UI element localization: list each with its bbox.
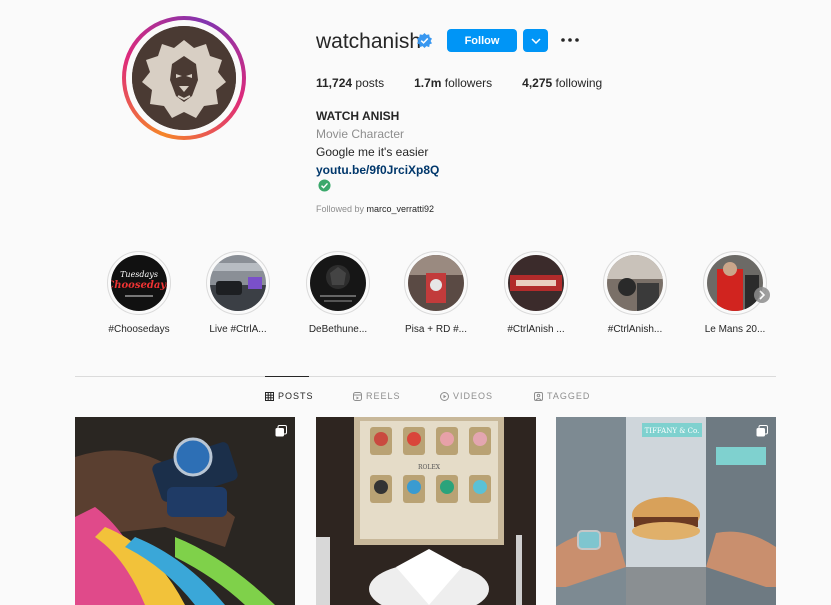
highlight-cover <box>408 255 464 311</box>
highlights-next-button[interactable] <box>754 287 770 303</box>
bio-text: Google me it's easier <box>316 145 429 159</box>
svg-text:ROLEX: ROLEX <box>418 464 441 471</box>
tab-videos-label: VIDEOS <box>453 391 494 401</box>
multiple-posts-icon <box>275 425 287 437</box>
posts-count-value: 11,724 <box>316 76 353 90</box>
check-circle-icon <box>318 179 331 192</box>
highlight-label: #CtrlAnish... <box>607 324 663 335</box>
verified-badge-icon <box>417 33 432 48</box>
follow-button[interactable]: Follow <box>447 29 517 52</box>
posts-count-label: posts <box>355 76 385 90</box>
highlight-cover: Tuesdays Choosedays <box>111 255 167 311</box>
bio-category: Movie Character <box>316 127 405 141</box>
tag-icon <box>534 391 543 401</box>
story-highlight[interactable]: #CtrlAnish ... <box>496 251 576 335</box>
svg-text:Tuesdays: Tuesdays <box>120 270 158 279</box>
following-count[interactable]: 4,275 following <box>522 76 602 90</box>
story-highlight[interactable]: Tuesdays Choosedays #Choosedays <box>99 251 179 335</box>
more-dots-icon <box>561 38 579 42</box>
tabs-divider <box>75 376 776 377</box>
followed-by: Followed by marco_verratti92 <box>316 204 434 214</box>
tab-videos[interactable]: VIDEOS <box>440 391 493 401</box>
tab-tagged-label: TAGGED <box>547 391 591 401</box>
profile-username: watchanish <box>316 30 422 53</box>
tab-tagged[interactable]: TAGGED <box>534 391 590 401</box>
posts-count: 11,724 posts <box>316 76 384 90</box>
highlight-label: DeBethune... <box>308 324 368 335</box>
following-count-value: 4,275 <box>522 76 553 90</box>
highlight-label: Pisa + RD #... <box>405 324 467 335</box>
highlight-ring: Tuesdays Choosedays <box>107 251 171 315</box>
story-highlight[interactable]: #CtrlAnish... <box>595 251 675 335</box>
tab-posts-label: POSTS <box>278 391 314 401</box>
active-tab-indicator <box>265 376 309 377</box>
highlight-cover <box>310 255 366 311</box>
chevron-right-icon <box>759 290 766 300</box>
post-thumbnail[interactable]: TIFFANY & Co. <box>556 417 776 605</box>
multiple-posts-icon <box>756 425 768 437</box>
story-highlight[interactable]: Live #CtrlA... <box>198 251 278 335</box>
highlight-ring <box>703 251 767 315</box>
reels-icon <box>353 391 362 401</box>
suggested-accounts-button[interactable] <box>523 29 548 52</box>
followed-by-prefix: Followed by <box>316 204 367 214</box>
post-image: ROLEX <box>316 417 536 605</box>
post-image <box>75 417 295 605</box>
highlight-label: Le Mans 20... <box>704 324 766 335</box>
avatar-ring-gap <box>126 20 242 136</box>
bio-full-name: WATCH ANISH <box>316 109 400 123</box>
profile-stats: 11,724 posts 1.7m followers 4,275 follow… <box>316 76 632 90</box>
followers-count[interactable]: 1.7m followers <box>414 76 492 90</box>
lion-logo-icon <box>132 26 236 130</box>
tab-reels[interactable]: REELS <box>353 391 401 401</box>
followers-count-label: followers <box>444 76 493 90</box>
svg-text:Choosedays: Choosedays <box>111 280 167 291</box>
tab-posts[interactable]: POSTS <box>265 391 314 401</box>
avatar[interactable] <box>132 26 236 130</box>
post-image: TIFFANY & Co. <box>556 417 776 605</box>
highlight-label: #Choosedays <box>108 324 170 335</box>
post-thumbnail[interactable] <box>75 417 295 605</box>
highlight-label: #CtrlAnish ... <box>507 324 565 335</box>
more-options-button[interactable] <box>560 32 580 48</box>
highlight-ring <box>306 251 370 315</box>
highlight-ring <box>206 251 270 315</box>
highlight-ring <box>404 251 468 315</box>
highlight-ring <box>504 251 568 315</box>
highlight-label: Live #CtrlA... <box>209 324 267 335</box>
post-thumbnail[interactable]: ROLEX <box>316 417 536 605</box>
story-highlight[interactable]: Pisa + RD #... <box>396 251 476 335</box>
followers-count-value: 1.7m <box>414 76 442 90</box>
bio-link[interactable]: youtu.be/9f0JrciXp8Q <box>316 163 439 177</box>
highlight-cover <box>508 255 564 311</box>
followed-by-user[interactable]: marco_verratti92 <box>367 204 435 214</box>
video-icon <box>440 391 449 401</box>
following-count-label: following <box>555 76 603 90</box>
profile-avatar-ring[interactable] <box>122 16 246 140</box>
tab-reels-label: REELS <box>366 391 401 401</box>
story-highlight[interactable]: DeBethune... <box>298 251 378 335</box>
svg-text:TIFFANY & Co.: TIFFANY & Co. <box>645 427 700 435</box>
highlight-cover <box>210 255 266 311</box>
highlight-cover <box>607 255 663 311</box>
chevron-down-icon <box>530 37 541 44</box>
grid-icon <box>265 391 274 401</box>
highlight-ring <box>603 251 667 315</box>
